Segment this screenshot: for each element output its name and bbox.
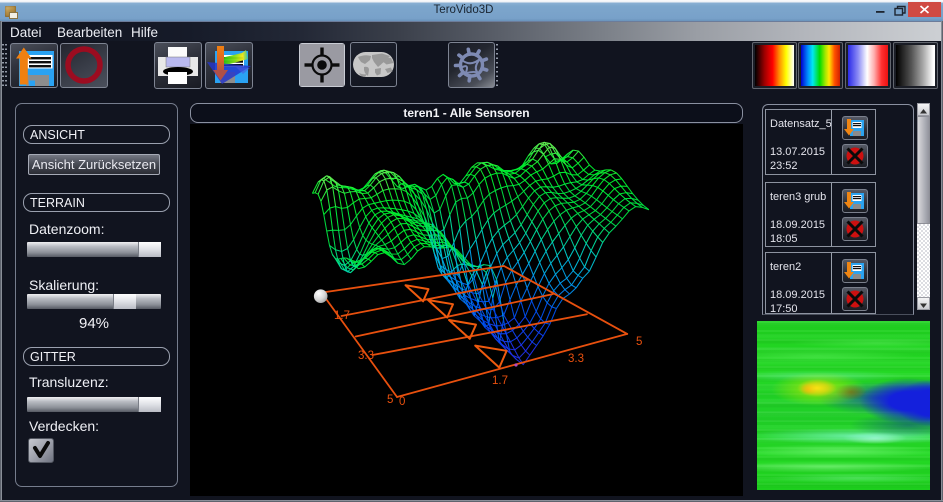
- svg-text:1.7: 1.7: [492, 375, 508, 387]
- svg-text:5: 5: [387, 394, 393, 406]
- svg-text:1.7: 1.7: [334, 310, 350, 322]
- svg-text:0: 0: [399, 396, 405, 408]
- svg-text:5: 5: [636, 336, 642, 348]
- svg-text:3.3: 3.3: [358, 350, 374, 362]
- svg-text:3.3: 3.3: [568, 353, 584, 365]
